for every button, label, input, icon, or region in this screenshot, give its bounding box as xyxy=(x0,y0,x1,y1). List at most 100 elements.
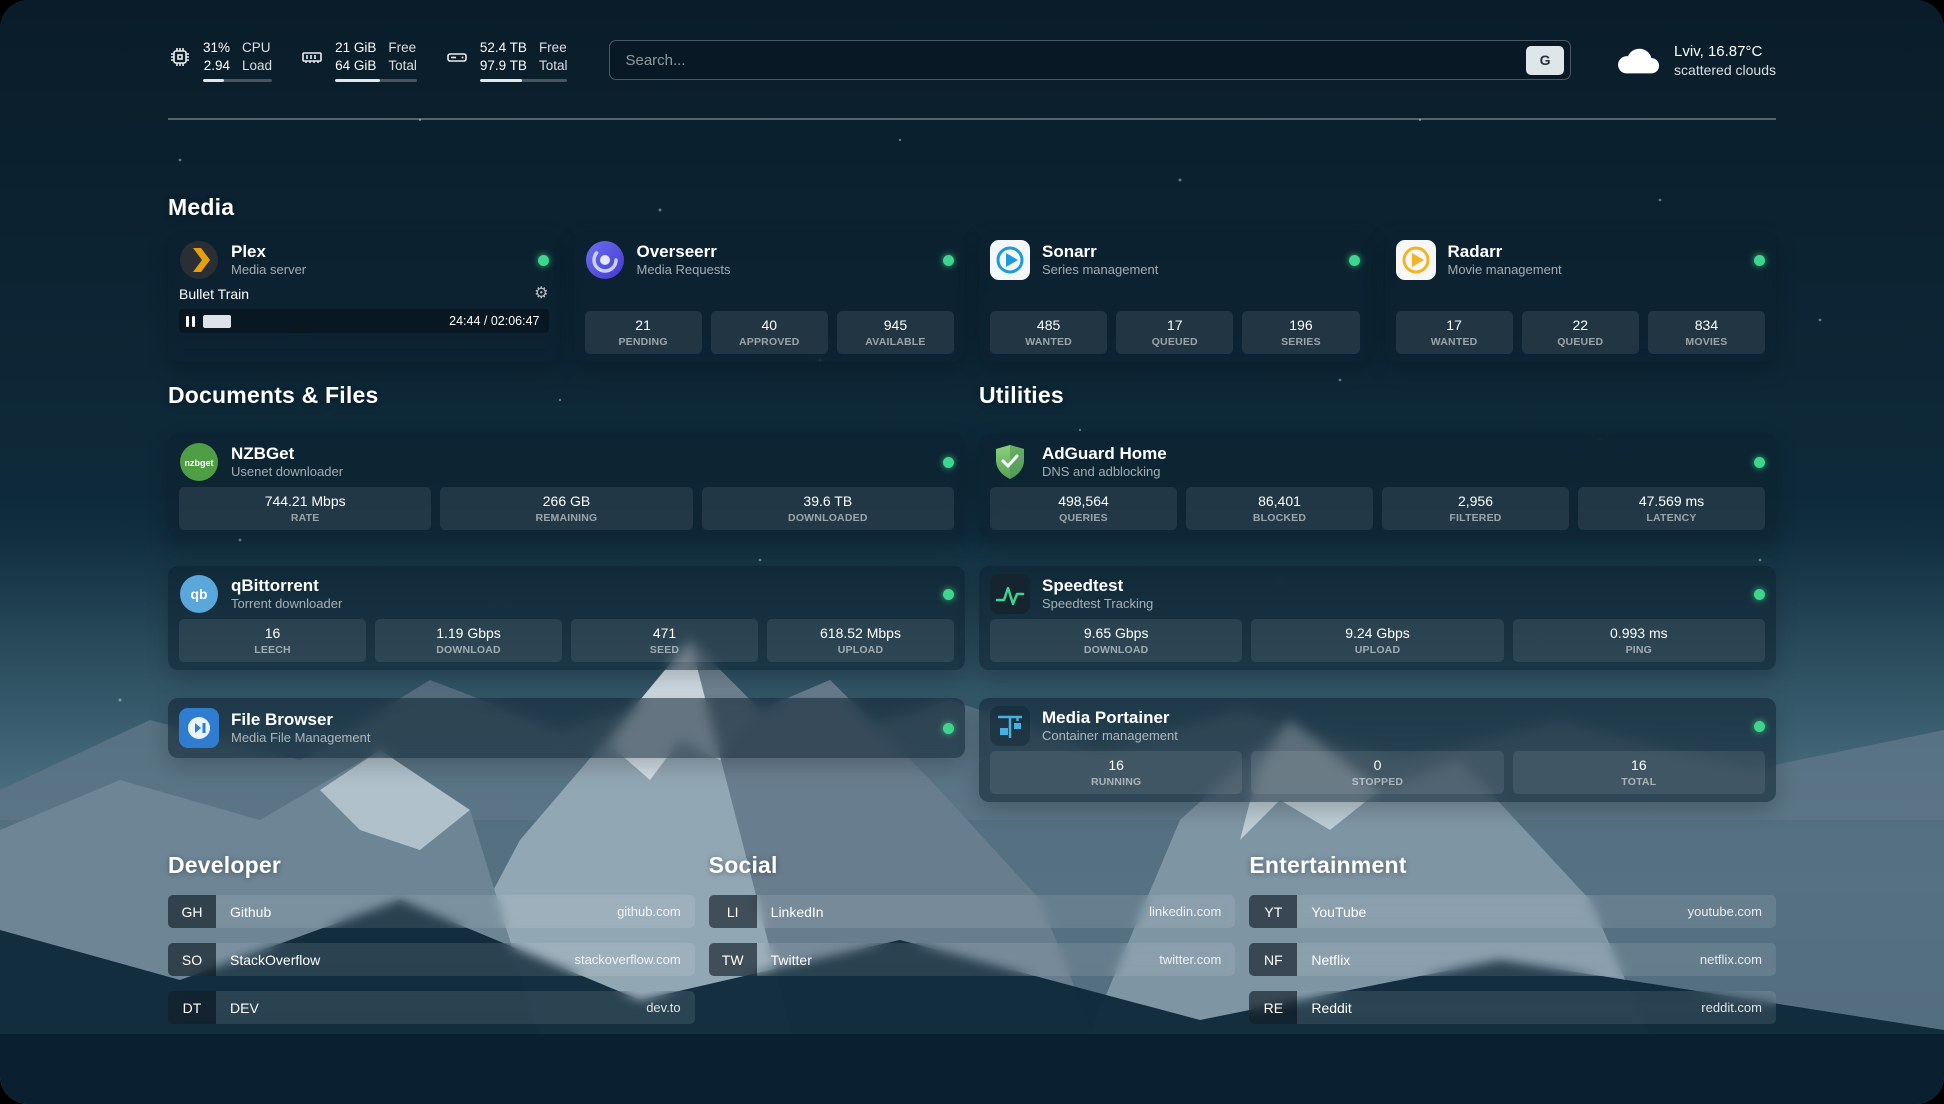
bookmark-name: Reddit xyxy=(1311,1000,1351,1016)
search-provider-badge[interactable]: G xyxy=(1526,46,1564,75)
bookmark-reddit[interactable]: RE Reddit reddit.com xyxy=(1249,991,1776,1024)
bookmark-url: stackoverflow.com xyxy=(574,952,680,967)
status-dot xyxy=(538,255,549,266)
service-desc: Container management xyxy=(1042,728,1178,744)
cpu-widget: 31% CPU 2.94 Load xyxy=(168,39,272,82)
stat-series: 196 SERIES xyxy=(1242,311,1359,354)
bookmark-url: youtube.com xyxy=(1688,904,1762,919)
stat-ping: 0.993 ms PING xyxy=(1513,619,1765,662)
service-card-radarr[interactable]: Radarr Movie management 17 WANTED 22 QUE… xyxy=(1385,232,1777,362)
service-card-sonarr[interactable]: Sonarr Series management 485 WANTED 17 Q… xyxy=(979,232,1371,362)
cloud-icon xyxy=(1615,44,1661,76)
service-card-filebrowser[interactable]: File Browser Media File Management xyxy=(168,698,965,758)
service-desc: Speedtest Tracking xyxy=(1042,596,1153,612)
now-playing-title: Bullet Train xyxy=(179,286,249,302)
status-dot xyxy=(1754,721,1765,732)
playback-time: 24:44 / 02:06:47 xyxy=(449,314,539,328)
stat-remaining: 266 GB REMAINING xyxy=(440,487,692,530)
svg-text:qb: qb xyxy=(190,586,207,602)
bookmark-abbr: TW xyxy=(709,943,757,976)
service-name: Plex xyxy=(231,242,306,262)
weather-widget: Lviv, 16.87°C scattered clouds xyxy=(1615,42,1776,79)
status-dot xyxy=(943,457,954,468)
disk-widget: 52.4 TB Free 97.9 TB Total xyxy=(445,39,568,82)
stat-rate: 744.21 Mbps RATE xyxy=(179,487,431,530)
status-dot xyxy=(943,589,954,600)
disk-free: 52.4 TB xyxy=(480,39,527,56)
service-desc: Torrent downloader xyxy=(231,596,342,612)
bookmark-youtube[interactable]: YT YouTube youtube.com xyxy=(1249,895,1776,928)
service-card-overseerr[interactable]: Overseerr Media Requests 21 PENDING 40 A… xyxy=(574,232,966,362)
weather-location: Lviv, 16.87°C xyxy=(1674,42,1776,61)
memory-icon xyxy=(300,45,324,69)
status-dot xyxy=(1754,589,1765,600)
search-bar[interactable]: G xyxy=(609,40,1571,80)
bookmark-name: YouTube xyxy=(1311,904,1366,920)
stat-movies: 834 MOVIES xyxy=(1648,311,1765,354)
section-title-documents: Documents & Files xyxy=(168,382,965,409)
search-input[interactable] xyxy=(625,52,1526,69)
bookmark-dev[interactable]: DT DEV dev.to xyxy=(168,991,695,1024)
bookmark-url: netflix.com xyxy=(1700,952,1762,967)
bookmark-name: Netflix xyxy=(1311,952,1350,968)
gear-icon[interactable]: ⚙ xyxy=(534,286,548,302)
bookmark-name: Twitter xyxy=(771,952,812,968)
service-desc: Series management xyxy=(1042,262,1158,278)
service-card-portainer[interactable]: Media Portainer Container management 16 … xyxy=(979,698,1776,802)
bookmark-abbr: DT xyxy=(168,991,216,1024)
memory-total-label: Total xyxy=(388,57,417,74)
stat-pending: 21 PENDING xyxy=(585,311,702,354)
weather-condition: scattered clouds xyxy=(1674,61,1776,79)
bookmark-url: reddit.com xyxy=(1701,1000,1762,1015)
bookmark-twitter[interactable]: TW Twitter twitter.com xyxy=(709,943,1236,976)
stat-running: 16 RUNNING xyxy=(990,751,1242,794)
stat-queued: 17 QUEUED xyxy=(1116,311,1233,354)
service-card-qbittorrent[interactable]: qb qBittorrent Torrent downloader 16 LEE… xyxy=(168,566,965,670)
stat-approved: 40 APPROVED xyxy=(711,311,828,354)
stat-total: 16 TOTAL xyxy=(1513,751,1765,794)
stat-available: 945 AVAILABLE xyxy=(837,311,954,354)
stat-downloaded: 39.6 TB DOWNLOADED xyxy=(702,487,954,530)
status-dot xyxy=(943,255,954,266)
stat-filtered: 2,956 FILTERED xyxy=(1382,487,1569,530)
service-card-nzbget[interactable]: nzbget NZBGet Usenet downloader 744.21 M… xyxy=(168,434,965,538)
disk-free-label: Free xyxy=(539,39,568,56)
service-desc: Media File Management xyxy=(231,730,370,746)
service-name: File Browser xyxy=(231,710,370,730)
disk-icon xyxy=(445,45,469,69)
stat-upload: 9.24 Gbps UPLOAD xyxy=(1251,619,1503,662)
bookmark-name: LinkedIn xyxy=(771,904,824,920)
disk-total-label: Total xyxy=(539,57,568,74)
bookmark-abbr: SO xyxy=(168,943,216,976)
playback-track[interactable] xyxy=(203,315,439,328)
sonarr-icon xyxy=(990,240,1030,280)
adguard-icon xyxy=(990,442,1030,482)
stat-wanted: 17 WANTED xyxy=(1396,311,1513,354)
status-dot xyxy=(1754,255,1765,266)
service-card-plex[interactable]: Plex Media server Bullet Train ⚙ 24:44 /… xyxy=(168,232,560,362)
memory-usage-bar xyxy=(335,79,417,82)
section-title-utilities: Utilities xyxy=(979,382,1776,409)
svg-text:nzbget: nzbget xyxy=(185,458,214,468)
service-card-speedtest[interactable]: Speedtest Speedtest Tracking 9.65 Gbps D… xyxy=(979,566,1776,670)
header-divider xyxy=(168,118,1776,120)
bookmark-name: Github xyxy=(230,904,271,920)
status-dot xyxy=(1754,457,1765,468)
service-desc: DNS and adblocking xyxy=(1042,464,1167,480)
disk-total: 97.9 TB xyxy=(480,57,527,74)
bookmark-stackoverflow[interactable]: SO StackOverflow stackoverflow.com xyxy=(168,943,695,976)
stat-wanted: 485 WANTED xyxy=(990,311,1107,354)
service-card-adguard[interactable]: AdGuard Home DNS and adblocking 498,564 … xyxy=(979,434,1776,538)
bookmark-netflix[interactable]: NF Netflix netflix.com xyxy=(1249,943,1776,976)
pause-button[interactable] xyxy=(186,316,195,327)
bookmark-name: DEV xyxy=(230,1000,259,1016)
resource-widgets: 31% CPU 2.94 Load xyxy=(168,39,567,82)
bookmark-linkedin[interactable]: LI LinkedIn linkedin.com xyxy=(709,895,1236,928)
bookmark-github[interactable]: GH Github github.com xyxy=(168,895,695,928)
bookmark-abbr: GH xyxy=(168,895,216,928)
memory-free-label: Free xyxy=(388,39,417,56)
status-dot xyxy=(943,723,954,734)
section-title-media: Media xyxy=(168,194,1776,221)
service-desc: Media server xyxy=(231,262,306,278)
portainer-icon xyxy=(990,706,1030,746)
